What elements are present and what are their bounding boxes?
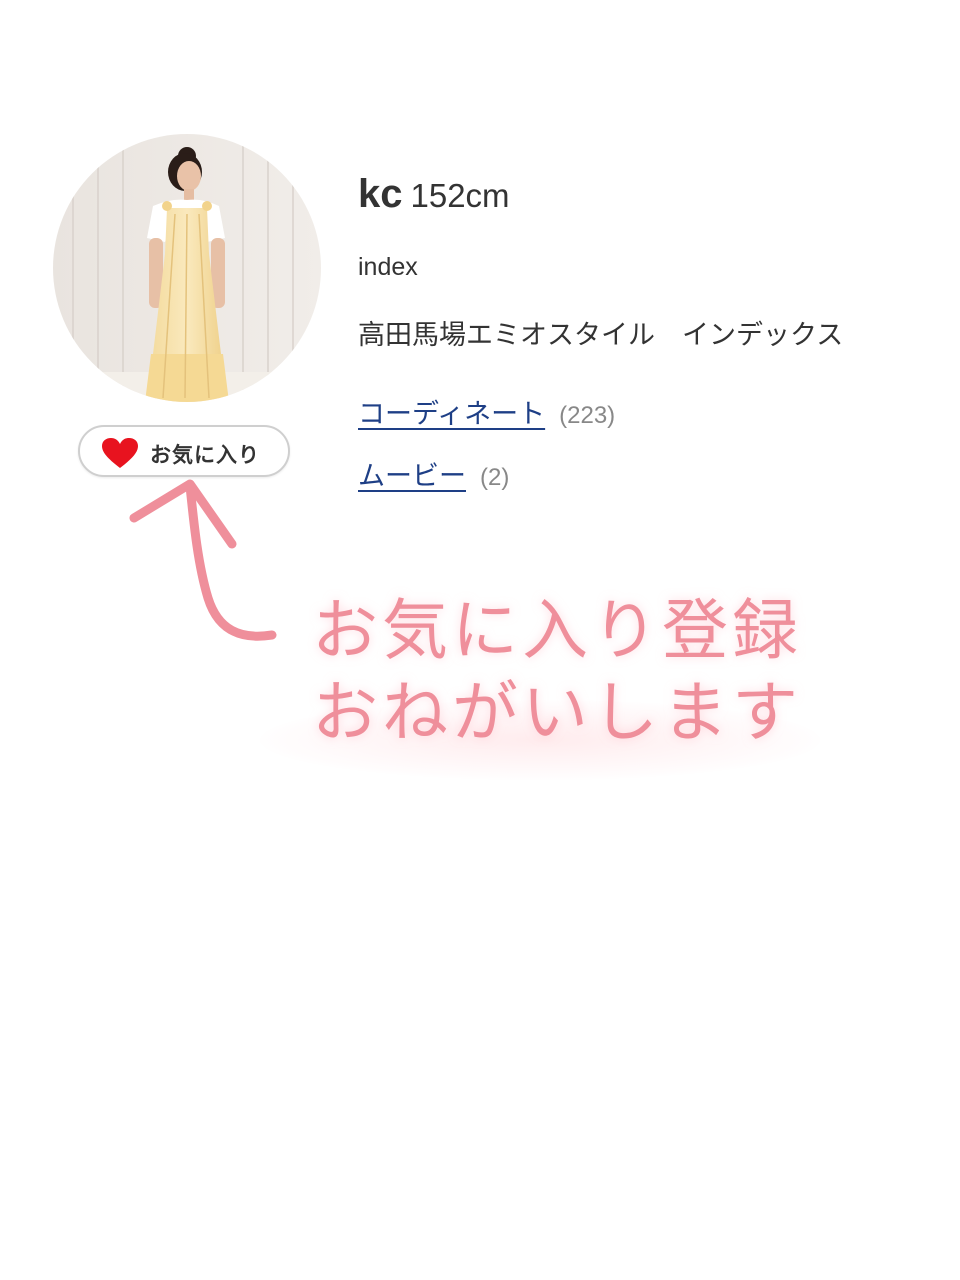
movie-link-row: ムービー (2) — [358, 454, 509, 493]
annotation-line-1: お気に入り登録 — [312, 592, 802, 669]
coordinate-count: (223) — [559, 402, 616, 429]
annotation-line-2: おねがいします — [312, 674, 802, 751]
profile-height: 152cm — [410, 177, 510, 214]
profile-brand: index — [358, 253, 418, 281]
profile-shop: 高田馬場エミオスタイル インデックス — [358, 320, 844, 351]
favorite-button-label: お気に入り — [150, 443, 260, 467]
profile-name: kc — [358, 172, 403, 216]
heart-icon — [102, 438, 138, 468]
avatar-photo — [53, 134, 321, 402]
profile-heading: kc 152cm — [358, 172, 510, 217]
avatar — [53, 134, 321, 402]
favorite-button[interactable]: お気に入り — [78, 425, 290, 477]
movie-link[interactable]: ムービー — [358, 461, 466, 492]
movie-count: (2) — [480, 464, 510, 491]
coordinate-link-row: コーディネート (223) — [358, 392, 615, 431]
coordinate-link[interactable]: コーディネート — [358, 399, 545, 430]
